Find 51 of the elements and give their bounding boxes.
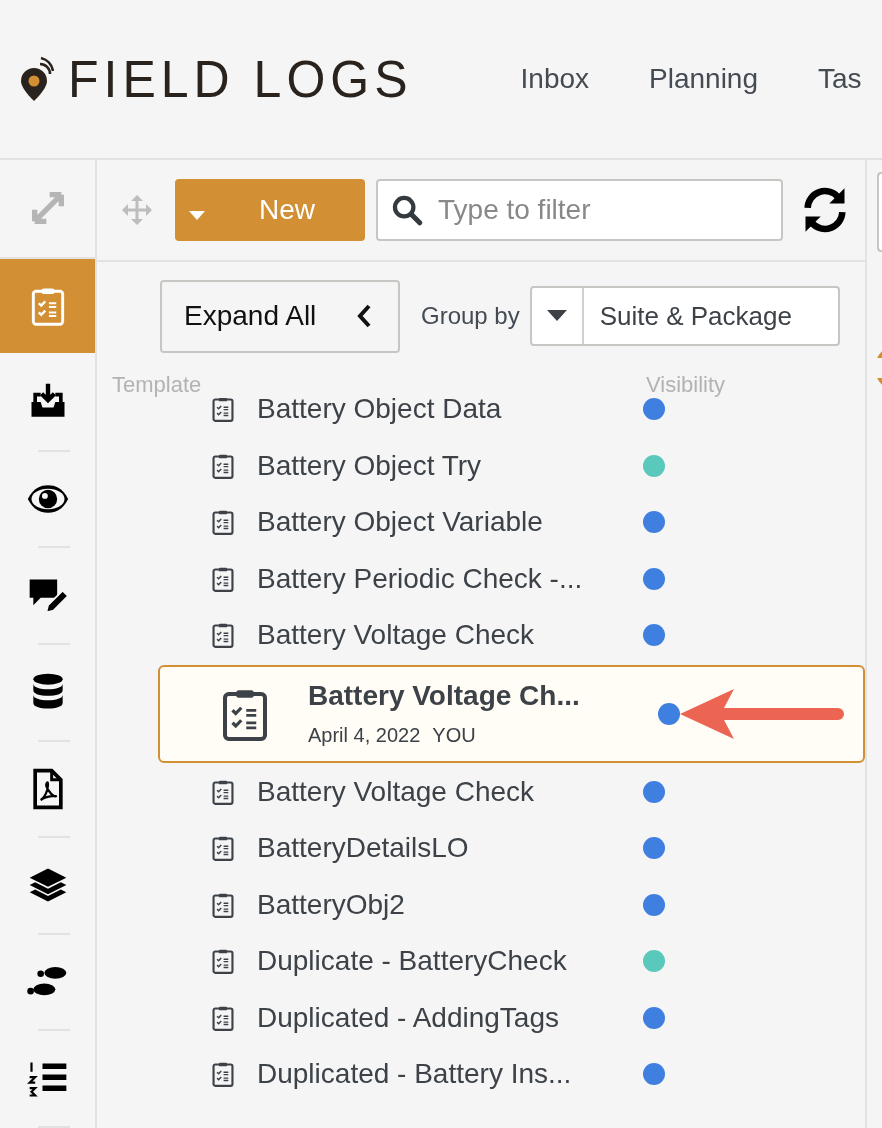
template-name: Duplicated - AddingTags <box>257 1001 560 1034</box>
checklist-icon <box>211 948 235 975</box>
checklist-icon <box>211 622 235 649</box>
checklist-icon <box>211 509 235 536</box>
nav-link[interactable]: Tas <box>818 63 862 95</box>
checklist-icon <box>211 778 235 805</box>
group-by-dropdown[interactable]: Suite & Package <box>529 286 840 346</box>
template-name: Battery Voltage Ch... <box>308 680 581 712</box>
template-name: Battery Periodic Check -... <box>257 562 584 595</box>
template-name: Duplicated - Battery Ins... <box>257 1058 573 1091</box>
group-by-label: Group by <box>421 302 520 330</box>
checklist-icon <box>211 891 235 918</box>
template-name: Battery Object Variable <box>257 506 544 539</box>
checklist-icon <box>211 565 235 592</box>
search-field[interactable]: Type to filter <box>376 179 783 241</box>
checklist-icon <box>211 835 235 862</box>
template-date: April 4, 2022 <box>308 724 421 747</box>
template-row[interactable]: Battery Object Try <box>97 437 865 494</box>
template-row[interactable]: Battery Voltage Check <box>97 607 865 664</box>
chevron-left-icon <box>356 303 372 329</box>
checklist-icon <box>211 1004 235 1031</box>
template-name: Battery Voltage Check <box>257 619 536 652</box>
search-icon <box>390 193 424 227</box>
template-row[interactable]: BatteryDetailsLO <box>97 820 865 877</box>
column-header: Visibility <box>646 372 726 398</box>
template-row[interactable]: Battery Periodic Check -... <box>97 550 865 607</box>
expand-all-button[interactable]: Expand All <box>160 279 400 353</box>
checklist-icon <box>211 398 235 423</box>
template-name: Battery Object Data <box>257 398 503 426</box>
template-row[interactable]: Battery Object Data <box>97 398 865 438</box>
template-row[interactable]: BatteryObj2 <box>97 876 865 933</box>
template-author: YOU <box>432 724 476 747</box>
checklist-icon <box>211 1061 235 1088</box>
nav-link[interactable]: Planning <box>649 63 758 95</box>
template-row[interactable]: Duplicate - BatteryCheck <box>97 933 865 990</box>
template-row[interactable]: Battery Voltage Check <box>97 763 865 820</box>
column-header: Template <box>112 372 203 398</box>
logo-text: FIELD LOGS <box>68 48 413 110</box>
template-row[interactable]: Battery Object Variable <box>97 494 865 551</box>
caret-icon <box>546 310 567 322</box>
nav-link[interactable]: Inbox <box>520 63 590 95</box>
template-row[interactable]: Duplicated - Battery Ins... <box>97 1046 865 1103</box>
template-name: Battery Object Try <box>257 449 483 482</box>
template-name: Battery Voltage Check <box>257 775 536 808</box>
template-name: Duplicate - BatteryCheck <box>257 945 568 978</box>
template-name: BatteryDetailsLO <box>257 832 470 865</box>
template-name: BatteryObj2 <box>257 888 406 921</box>
template-row[interactable]: Duplicated - AddingTags <box>97 989 865 1046</box>
caret-icon <box>189 211 205 221</box>
template-row[interactable]: Battery Voltage Ch... April 4, 2022 YOU <box>158 664 865 763</box>
checklist-icon <box>211 452 235 479</box>
